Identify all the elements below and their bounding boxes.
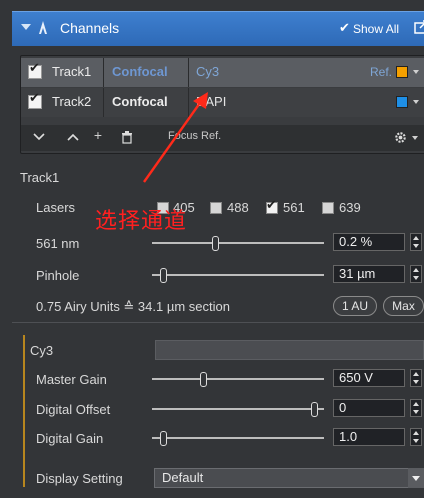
laser-power-spinner[interactable] bbox=[410, 233, 422, 251]
section-divider bbox=[12, 322, 424, 323]
track-mode: Confocal bbox=[112, 64, 168, 79]
column-divider bbox=[103, 58, 104, 87]
show-all-button[interactable]: Show All bbox=[353, 22, 399, 36]
column-divider bbox=[103, 88, 104, 117]
max-button[interactable]: Max bbox=[383, 296, 424, 316]
track-row[interactable]: ✔ Track2 Confocal DAPI bbox=[21, 88, 424, 117]
chevron-down-icon[interactable] bbox=[413, 100, 419, 104]
pinhole-field[interactable]: 31 µm bbox=[333, 265, 405, 283]
master-gain-label: Master Gain bbox=[36, 372, 107, 387]
channel-color-swatch[interactable] bbox=[396, 96, 408, 108]
collapse-triangle-icon[interactable] bbox=[21, 24, 31, 30]
person-icon bbox=[39, 21, 47, 34]
track-settings-heading: Track1 bbox=[20, 170, 60, 185]
digital-offset-label: Digital Offset bbox=[36, 402, 111, 417]
checkmark-icon: ✔ bbox=[29, 60, 40, 75]
digital-offset-spinner[interactable] bbox=[410, 399, 422, 417]
display-setting-label: Display Setting bbox=[36, 471, 123, 486]
laser-checkbox-488[interactable] bbox=[210, 202, 222, 214]
display-setting-dropdown-button[interactable] bbox=[408, 468, 424, 488]
chevron-down-icon bbox=[412, 476, 420, 481]
laser-power-slider[interactable] bbox=[152, 242, 324, 244]
slider-thumb[interactable] bbox=[160, 431, 167, 446]
chevron-up-icon[interactable] bbox=[67, 133, 79, 141]
laser-checkbox-639[interactable] bbox=[322, 202, 334, 214]
laser-power-label: 561 nm bbox=[36, 236, 80, 251]
chevron-down-icon[interactable] bbox=[412, 136, 418, 140]
pinhole-slider[interactable] bbox=[152, 274, 324, 276]
master-gain-field[interactable]: 650 V bbox=[333, 369, 405, 387]
pinhole-spinner[interactable] bbox=[410, 265, 422, 283]
slider-thumb[interactable] bbox=[212, 236, 219, 251]
laser-label-639: 639 bbox=[339, 200, 361, 215]
slider-thumb[interactable] bbox=[200, 372, 207, 387]
display-setting-dropdown[interactable]: Default bbox=[154, 468, 424, 488]
channel-table: ✔ Track1 Confocal Cy3 Ref. ✔ Track2 Conf… bbox=[20, 55, 424, 154]
track-name: Track1 bbox=[52, 64, 92, 79]
reference-label: Ref. bbox=[370, 65, 393, 79]
gear-icon[interactable] bbox=[393, 130, 408, 145]
digital-gain-label: Digital Gain bbox=[36, 431, 104, 446]
master-gain-spinner[interactable] bbox=[410, 369, 422, 387]
chevron-down-icon[interactable] bbox=[33, 133, 45, 141]
annotation-text: 选择通道 bbox=[95, 209, 188, 234]
channel-color-bar[interactable] bbox=[155, 340, 424, 360]
airy-units-text: 0.75 Airy Units ≙ 34.1 µm section bbox=[36, 299, 230, 314]
master-gain-slider[interactable] bbox=[152, 378, 324, 380]
laser-power-field[interactable]: 0.2 % bbox=[333, 233, 405, 251]
laser-label-488: 488 bbox=[227, 200, 249, 215]
pinhole-label: Pinhole bbox=[36, 268, 80, 283]
column-divider bbox=[188, 58, 189, 87]
digital-offset-field[interactable]: 0 bbox=[333, 399, 405, 417]
track-name: Track2 bbox=[52, 94, 92, 109]
track-row[interactable]: ✔ Track1 Confocal Cy3 Ref. bbox=[21, 58, 424, 87]
channels-panel-header[interactable]: Channels ✔ Show All bbox=[12, 11, 424, 46]
panel-title: Channels bbox=[60, 20, 120, 36]
one-au-button[interactable]: 1 AU bbox=[333, 296, 377, 316]
checkmark-icon: ✔ bbox=[29, 90, 40, 105]
channel-name: Cy3 bbox=[196, 64, 220, 79]
channel-color-swatch[interactable] bbox=[396, 66, 408, 78]
slider-thumb[interactable] bbox=[311, 402, 318, 417]
digital-gain-spinner[interactable] bbox=[410, 428, 422, 446]
lasers-label: Lasers bbox=[36, 200, 76, 215]
external-window-icon[interactable] bbox=[414, 20, 424, 34]
add-icon[interactable]: + bbox=[91, 127, 105, 143]
red-arrow-annotation bbox=[143, 92, 208, 183]
channel-toolbar: + Focus Ref. bbox=[21, 125, 424, 151]
trash-icon[interactable] bbox=[121, 131, 133, 144]
checkmark-icon: ✔ bbox=[339, 20, 350, 35]
digital-offset-slider[interactable] bbox=[152, 408, 324, 410]
chevron-down-icon[interactable] bbox=[413, 70, 419, 74]
channel-settings-heading: Cy3 bbox=[30, 343, 54, 358]
slider-thumb[interactable] bbox=[160, 268, 167, 283]
laser-label-561: 561 bbox=[283, 200, 305, 215]
checkmark-icon: ✔ bbox=[266, 197, 277, 212]
digital-gain-slider[interactable] bbox=[152, 437, 324, 439]
channel-accent-bar bbox=[23, 335, 25, 487]
digital-gain-field[interactable]: 1.0 bbox=[333, 428, 405, 446]
